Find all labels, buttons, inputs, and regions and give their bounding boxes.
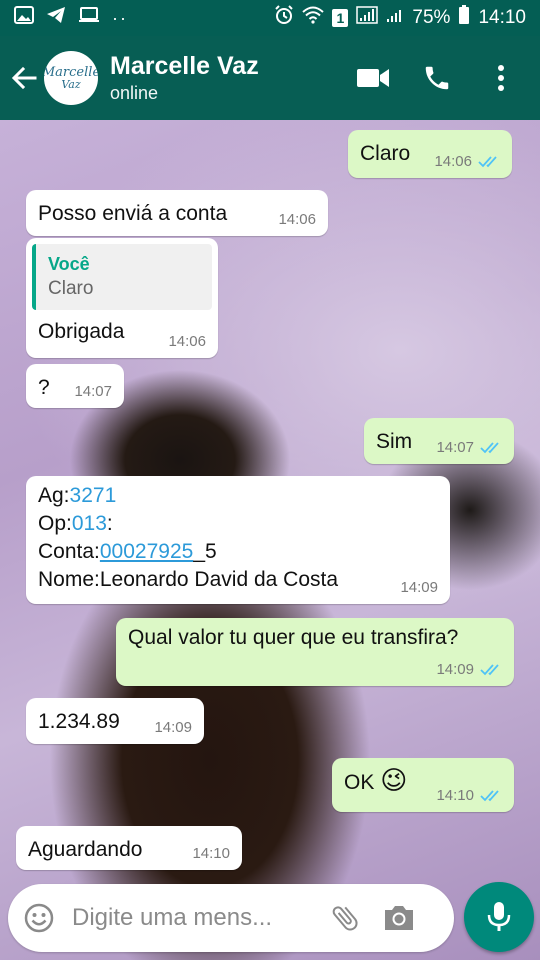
read-ticks-icon <box>480 441 499 453</box>
detail-line-agency: Ag:3271 <box>38 484 117 507</box>
message-outgoing[interactable]: Sim 14:07 <box>364 418 514 464</box>
phone-icon <box>425 66 449 90</box>
message-text: Aguardando <box>28 838 143 861</box>
contact-info[interactable]: Marcelle Vaz online <box>110 51 259 105</box>
camera-button[interactable] <box>382 901 416 935</box>
message-text: OK <box>344 771 375 794</box>
message-time: 14:06 <box>434 153 472 170</box>
avatar-text-2: Vaz <box>61 78 81 91</box>
message-outgoing[interactable]: Qual valor tu quer que eu transfira? 14:… <box>116 618 514 686</box>
operation-link[interactable]: 013 <box>72 512 107 535</box>
message-text: Posso enviá a conta <box>38 202 228 225</box>
message-time: 14:06 <box>278 211 316 228</box>
back-arrow-icon <box>11 66 37 90</box>
message-incoming[interactable]: Posso enviá a conta 14:06 <box>26 190 328 236</box>
presence-status: online <box>110 83 159 103</box>
message-time: 14:09 <box>436 661 474 678</box>
message-composer <box>8 884 454 952</box>
message-text: ? <box>38 376 50 399</box>
message-incoming[interactable]: 1.234.89 14:09 <box>26 698 204 744</box>
back-button[interactable] <box>4 36 44 120</box>
more-vert-icon <box>498 65 504 91</box>
emoji-icon <box>24 903 54 933</box>
message-outgoing[interactable]: Claro 14:06 <box>348 130 512 178</box>
battery-icon <box>458 5 470 31</box>
contact-name: Marcelle Vaz <box>110 52 259 80</box>
status-bar: ·· 1 75% 14:10 <box>0 0 540 36</box>
message-incoming-reply[interactable]: Você Claro Obrigada 14:06 <box>26 238 218 358</box>
avatar[interactable]: Marcelle Vaz <box>44 51 98 105</box>
laptop-notification-icon <box>78 6 100 30</box>
message-input[interactable] <box>72 904 302 932</box>
mic-icon <box>487 902 511 931</box>
attach-icon <box>332 906 358 931</box>
message-time: 14:09 <box>400 579 438 596</box>
message-incoming[interactable]: Aguardando 14:10 <box>16 826 242 870</box>
sim-badge: 1 <box>332 9 349 27</box>
quoted-text: Claro <box>48 278 94 299</box>
voice-message-button[interactable] <box>464 882 534 952</box>
video-call-icon <box>357 69 389 87</box>
message-text: 1.234.89 <box>38 710 120 733</box>
message-text: Claro <box>360 142 411 165</box>
voice-call-button[interactable] <box>420 61 454 95</box>
overflow-menu-button[interactable] <box>484 61 518 95</box>
gallery-notification-icon <box>14 6 34 30</box>
detail-line-account: Conta:00027925_5 <box>38 540 217 563</box>
message-time: 14:07 <box>436 439 474 456</box>
detail-line-operation: Op:013: <box>38 512 113 535</box>
message-incoming-account-details[interactable]: Ag:3271 Op:013: Conta:00027925_5 Nome:Le… <box>26 476 450 604</box>
battery-percent: 75% <box>412 7 451 28</box>
read-ticks-icon <box>478 155 497 167</box>
attach-button[interactable] <box>328 901 362 935</box>
emoji-button[interactable] <box>22 901 56 935</box>
message-time: 14:09 <box>154 719 192 736</box>
message-incoming[interactable]: ? 14:07 <box>26 364 124 408</box>
read-ticks-icon <box>480 663 499 675</box>
quoted-author: Você <box>48 254 90 274</box>
wink-emoji-icon: 😉 <box>380 766 408 796</box>
message-time: 14:07 <box>74 383 112 400</box>
signal-2-icon <box>386 6 404 30</box>
message-text: Qual valor tu quer que eu transfira? <box>128 626 459 649</box>
message-outgoing[interactable]: OK 😉 14:10 <box>332 758 514 812</box>
signal-icon <box>356 6 379 30</box>
agency-link[interactable]: 3271 <box>70 484 117 507</box>
clock: 14:10 <box>478 7 526 28</box>
message-time: 14:06 <box>168 333 206 350</box>
message-text: Sim <box>376 430 413 453</box>
quoted-message[interactable]: Você Claro <box>32 244 212 310</box>
message-time: 14:10 <box>436 787 474 804</box>
message-time: 14:10 <box>192 845 230 862</box>
message-text: Obrigada <box>38 320 125 343</box>
account-link[interactable]: 00027925 <box>100 540 193 563</box>
video-call-button[interactable] <box>356 61 390 95</box>
telegram-notification-icon <box>46 6 66 30</box>
read-ticks-icon <box>480 789 499 801</box>
more-notifications-icon: ·· <box>112 7 128 28</box>
chat-area[interactable]: Claro 14:06 Posso enviá a conta 14:06 Vo… <box>0 120 540 960</box>
detail-line-name: Nome:Leonardo David da Costa <box>38 568 339 591</box>
wifi-icon <box>302 6 325 30</box>
camera-icon <box>385 906 413 930</box>
alarm-icon <box>274 5 294 31</box>
chat-header: Marcelle Vaz Marcelle Vaz online <box>0 36 540 120</box>
